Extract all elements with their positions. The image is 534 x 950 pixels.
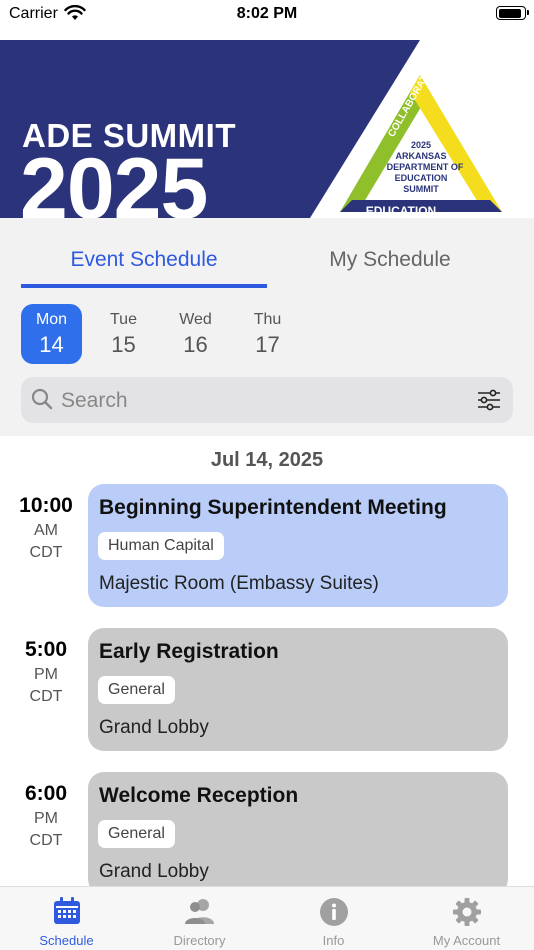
- battery-fill: [498, 8, 521, 18]
- bottom-nav: Schedule Directory Info My Account: [0, 886, 534, 950]
- schedule-controls: Event Schedule My Schedule Mon 14 Tue 15…: [0, 218, 534, 436]
- event-time-value: 10:00: [19, 494, 73, 517]
- status-bar: Carrier 8:02 PM: [0, 0, 534, 40]
- search-input[interactable]: Search: [21, 377, 513, 423]
- event-category-tag: Human Capital: [98, 532, 224, 560]
- event-title: Beginning Superintendent Meeting: [99, 496, 447, 519]
- event-ampm: AM: [34, 522, 58, 539]
- nav-label: Schedule: [39, 933, 94, 948]
- event-location: Grand Lobby: [99, 861, 209, 882]
- logo-bottom-label: EDUCATION: [366, 204, 436, 218]
- event-time: 5:00 PM CDT: [0, 638, 92, 706]
- calendar-icon: [52, 897, 82, 930]
- event-time-value: 6:00: [24, 782, 68, 805]
- day-name: Wed: [179, 311, 212, 328]
- nav-schedule[interactable]: Schedule: [0, 887, 133, 950]
- day-name: Mon: [35, 311, 68, 328]
- day-thu[interactable]: Thu 17: [237, 304, 298, 364]
- nav-my-account[interactable]: My Account: [400, 887, 533, 950]
- event-card[interactable]: Early Registration General Grand Lobby: [88, 628, 508, 751]
- day-name: Tue: [110, 311, 137, 328]
- date-header: Jul 14, 2025: [210, 449, 324, 471]
- event-card[interactable]: Welcome Reception General Grand Lobby: [88, 772, 508, 895]
- nav-label: Info: [322, 933, 345, 948]
- day-number: 15: [111, 332, 136, 357]
- event-ampm: PM: [34, 666, 58, 683]
- status-time: 8:02 PM: [236, 5, 298, 22]
- event-banner: COLLABORATION TRANSFORMATION EDUCATION 2…: [0, 40, 534, 218]
- day-mon[interactable]: Mon 14: [21, 304, 82, 364]
- nav-label: My Account: [432, 933, 501, 948]
- gear-icon: [452, 897, 482, 932]
- info-icon: [319, 897, 349, 932]
- event-category-tag: General: [98, 676, 175, 704]
- tab-my-schedule[interactable]: My Schedule: [267, 248, 513, 272]
- event-location: Majestic Room (Embassy Suites): [99, 573, 379, 594]
- day-number: 17: [255, 332, 280, 357]
- filter-icon[interactable]: [477, 389, 501, 416]
- people-icon: [184, 897, 216, 930]
- event-card[interactable]: Beginning Superintendent Meeting Human C…: [88, 484, 508, 607]
- banner-year: 2025: [20, 141, 208, 218]
- event-title: Welcome Reception: [99, 784, 299, 807]
- nav-directory[interactable]: Directory: [133, 887, 266, 950]
- nav-info[interactable]: Info: [267, 887, 400, 950]
- event-title: Early Registration: [99, 640, 279, 663]
- event-ampm: PM: [34, 810, 58, 827]
- search-icon: [31, 388, 53, 415]
- active-tab-indicator: [21, 284, 267, 288]
- event-time: 10:00 AM CDT: [0, 494, 92, 562]
- day-number: 16: [183, 332, 208, 357]
- event-timezone: CDT: [29, 544, 63, 561]
- event-time-value: 5:00: [24, 638, 68, 661]
- battery-icon: [496, 6, 529, 20]
- event-time: 6:00 PM CDT: [0, 782, 92, 850]
- logo-line-1: 2025: [411, 140, 431, 150]
- event-category-tag: General: [98, 820, 175, 848]
- event-timezone: CDT: [29, 688, 63, 705]
- day-name: Thu: [253, 311, 282, 328]
- day-number: 14: [39, 332, 64, 357]
- day-tue[interactable]: Tue 15: [93, 304, 154, 364]
- event-timezone: CDT: [29, 832, 63, 849]
- event-location: Grand Lobby: [99, 717, 209, 738]
- logo-line-3: DEPARTMENT OF: [387, 162, 464, 172]
- tab-event-schedule[interactable]: Event Schedule: [21, 248, 267, 272]
- day-wed[interactable]: Wed 16: [165, 304, 226, 364]
- nav-label: Directory: [173, 933, 226, 948]
- logo-line-5: SUMMIT: [403, 184, 439, 194]
- search-placeholder: Search: [61, 389, 128, 412]
- logo-line-2: ARKANSAS: [395, 151, 446, 161]
- logo-line-4: EDUCATION: [395, 173, 448, 183]
